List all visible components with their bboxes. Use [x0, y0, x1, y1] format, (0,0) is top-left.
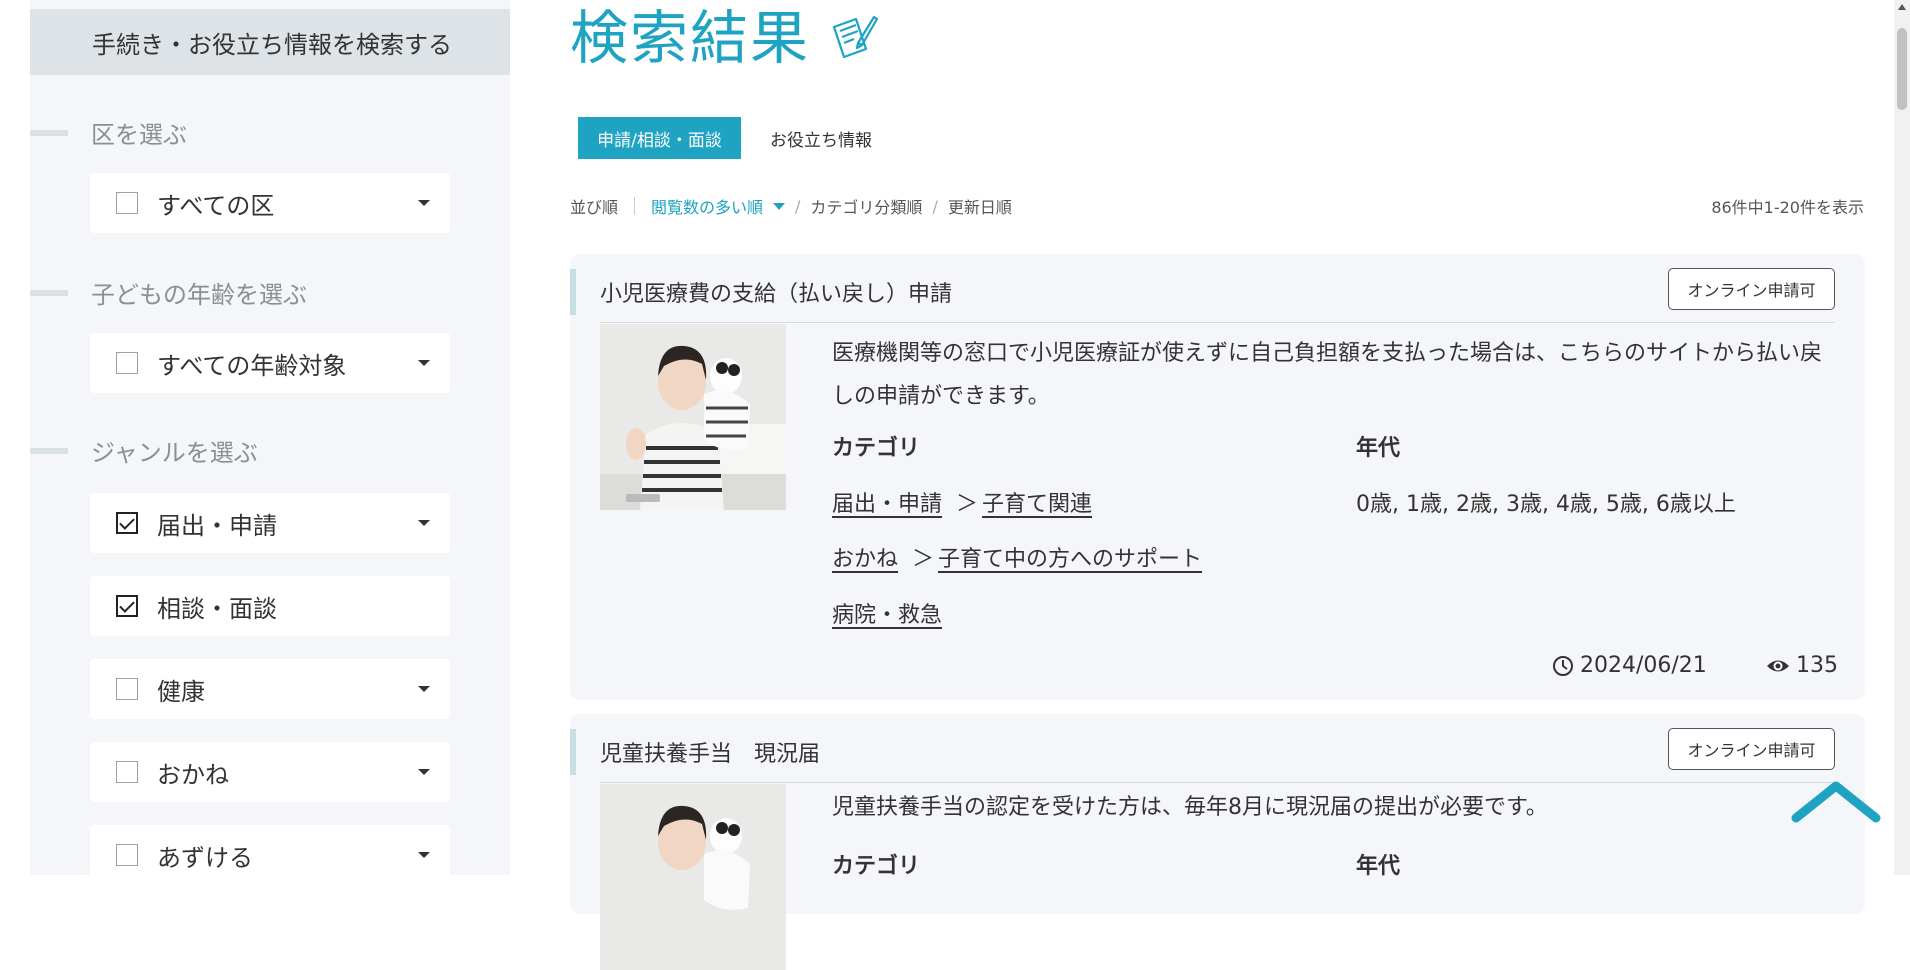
category-link[interactable]: おかね: [832, 547, 898, 572]
genre-label: おかね: [157, 760, 229, 789]
genre-select-azukeru[interactable]: あずける: [90, 825, 450, 885]
page-scrollbar[interactable]: [1894, 0, 1910, 875]
divider: [600, 782, 1835, 783]
updated-date: 2024/06/21: [1552, 653, 1707, 678]
genre-checkbox-soudan[interactable]: [116, 595, 138, 617]
age-section-heading: 子どもの年齢を選ぶ: [30, 274, 510, 310]
sidebar-header: 手続き・お役立ち情報を検索する: [30, 9, 510, 75]
category-header: カテゴリ: [832, 436, 921, 461]
section-marker: [30, 130, 68, 136]
result-count: 86件中1-20件を表示: [1711, 198, 1864, 217]
age-header: 年代: [1356, 854, 1401, 879]
ward-select[interactable]: すべての区: [90, 173, 450, 233]
section-marker: [30, 290, 68, 296]
subcategory-link[interactable]: 子育て関連: [982, 492, 1092, 517]
updated-date-value: 2024/06/21: [1580, 653, 1707, 678]
category-row: 病院・救急: [832, 597, 942, 629]
genre-checkbox-okane[interactable]: [116, 761, 138, 783]
age-section-label: 子どもの年齢を選ぶ: [91, 280, 307, 309]
sort-option-category[interactable]: カテゴリ分類順: [810, 194, 922, 218]
card-description: 児童扶養手当の認定を受けた方は、毎年8月に現況届の提出が必要です。: [832, 795, 1548, 820]
view-count-value: 135: [1796, 653, 1838, 678]
tab-useful-info[interactable]: お役立ち情報: [770, 117, 872, 159]
age-select-label: すべての年齢対象: [157, 351, 347, 380]
tab-apply-consult[interactable]: 申請/相談・面談: [578, 117, 741, 159]
divider: /: [795, 196, 801, 216]
back-to-top-chevron-up-icon[interactable]: [1790, 778, 1882, 824]
category-separator: ＞: [912, 547, 935, 572]
category-row: 届出・申請 ＞子育て関連: [832, 486, 1092, 518]
genre-checkbox-azukeru[interactable]: [116, 844, 138, 866]
subcategory-link[interactable]: 子育て中の方へのサポート: [938, 547, 1202, 572]
online-apply-badge[interactable]: オンライン申請可: [1668, 728, 1835, 770]
genre-label: 健康: [157, 677, 205, 706]
category-separator: ＞: [956, 492, 979, 517]
card-accent: [570, 729, 576, 775]
category-link[interactable]: 病院・救急: [832, 603, 942, 628]
genre-section-heading: ジャンルを選ぶ: [30, 432, 510, 468]
genre-select-okane[interactable]: おかね: [90, 742, 450, 802]
online-apply-badge[interactable]: オンライン申請可: [1668, 268, 1835, 310]
genre-label: あずける: [157, 843, 253, 872]
page-title-text: 検索結果: [570, 4, 811, 72]
page-title: 検索結果: [570, 2, 879, 74]
sort-option-views[interactable]: 閲覧数の多い順: [651, 194, 786, 218]
sort-option-updated[interactable]: 更新日順: [948, 194, 1012, 218]
genre-select-todokede[interactable]: 届出・申請: [90, 493, 450, 553]
caret-down-icon[interactable]: [418, 360, 430, 366]
scroll-up-arrow-icon[interactable]: [1898, 4, 1906, 10]
age-header: 年代: [1356, 436, 1401, 461]
card-accent: [570, 269, 576, 315]
ward-select-label: すべての区: [157, 191, 275, 220]
card-title[interactable]: 小児医療費の支給（払い戻し）申請: [600, 276, 952, 308]
caret-down-icon[interactable]: [418, 769, 430, 775]
ward-section-label: 区を選ぶ: [91, 120, 187, 149]
card-thumbnail: [600, 784, 786, 970]
divider: [600, 322, 1835, 323]
category-row: おかね ＞子育て中の方へのサポート: [832, 541, 1202, 573]
sort-option-views-label: 閲覧数の多い順: [651, 198, 764, 217]
card-description: 医療機関等の窓口で小児医療証が使えずに自己負担額を支払った場合は、こちらのサイト…: [832, 341, 1823, 409]
genre-checkbox-kenkou[interactable]: [116, 678, 138, 700]
sort-bar: 並び順 閲覧数の多い順 / カテゴリ分類順 / 更新日順: [570, 194, 1012, 218]
scroll-thumb[interactable]: [1897, 28, 1907, 110]
card-thumbnail: [600, 324, 786, 510]
result-card: 小児医療費の支給（払い戻し）申請 オンライン申請可 医療機関等の窓口で小児医療証…: [570, 254, 1865, 700]
genre-select-soudan[interactable]: 相談・面談: [90, 576, 450, 636]
pencil-paper-icon: [832, 15, 879, 59]
ward-section-heading: 区を選ぶ: [30, 114, 510, 150]
genre-checkbox-todokede[interactable]: [116, 512, 138, 534]
divider: /: [932, 196, 938, 216]
caret-down-icon[interactable]: [418, 852, 430, 858]
view-count: 135: [1766, 653, 1838, 678]
genre-select-kenkou[interactable]: 健康: [90, 659, 450, 719]
result-card: 児童扶養手当 現況届 オンライン申請可 児童扶養手当の認定を受けた方は、毎年8月…: [570, 714, 1865, 970]
category-header: カテゴリ: [832, 854, 921, 879]
genre-label: 届出・申請: [157, 511, 277, 540]
genre-label: 相談・面談: [157, 594, 277, 623]
eye-icon: [1767, 660, 1789, 671]
caret-down-icon: [773, 202, 786, 210]
age-values: 0歳, 1歳, 2歳, 3歳, 4歳, 5歳, 6歳以上: [1356, 492, 1736, 517]
caret-down-icon[interactable]: [418, 200, 430, 206]
section-marker: [30, 448, 68, 454]
search-sidebar: 手続き・お役立ち情報を検索する 区を選ぶ すべての区 子どもの年齢を選ぶ すべて…: [30, 0, 510, 885]
sort-label: 並び順: [570, 198, 619, 217]
caret-down-icon[interactable]: [418, 520, 430, 526]
clock-icon: [1553, 655, 1573, 676]
caret-down-icon[interactable]: [418, 686, 430, 692]
age-select[interactable]: すべての年齢対象: [90, 333, 450, 393]
genre-section-label: ジャンルを選ぶ: [91, 438, 258, 467]
age-checkbox[interactable]: [116, 352, 138, 374]
ward-checkbox[interactable]: [116, 192, 138, 214]
category-link[interactable]: 届出・申請: [832, 492, 942, 517]
divider: [634, 197, 636, 215]
card-title[interactable]: 児童扶養手当 現況届: [600, 736, 820, 768]
